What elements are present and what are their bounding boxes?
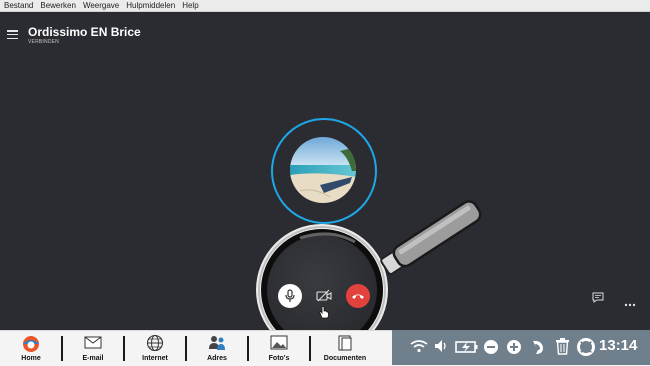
hamburger-menu-icon[interactable]	[7, 30, 18, 40]
battery-charging-icon[interactable]	[455, 340, 479, 354]
menu-bestand[interactable]: Bestand	[0, 0, 36, 11]
taskbar-fotos-label: Foto's	[268, 355, 290, 362]
mic-icon	[285, 289, 295, 302]
menu-help[interactable]: Help	[178, 0, 201, 11]
trash-icon[interactable]	[555, 337, 570, 355]
globe-icon	[146, 334, 164, 352]
more-button[interactable]	[624, 294, 636, 312]
contact-name: Ordissimo EN Brice	[28, 25, 141, 39]
taskbar-documenten[interactable]: Documenten	[310, 331, 380, 366]
taskbar-adres-label: Adres	[207, 355, 227, 362]
hand-cursor-icon	[319, 306, 329, 319]
taskbar-internet-label: Internet	[142, 355, 168, 362]
taskbar-home[interactable]: Home	[0, 331, 62, 366]
chat-button[interactable]	[592, 290, 604, 308]
taskbar-documenten-label: Documenten	[323, 355, 367, 362]
taskbar-internet[interactable]: Internet	[124, 331, 186, 366]
video-toggle-button[interactable]	[314, 286, 334, 306]
call-status: VERBINDEN	[28, 39, 59, 45]
chat-icon	[592, 292, 604, 303]
taskbar-home-label: Home	[21, 355, 41, 362]
clock: 13:14	[599, 337, 638, 354]
taskbar-email[interactable]: E-mail	[62, 331, 124, 366]
taskbar-fotos[interactable]: Foto's	[248, 331, 310, 366]
taskbar-email-label: E-mail	[82, 355, 104, 362]
menu-weergave[interactable]: Weergave	[79, 0, 122, 11]
envelope-icon	[84, 336, 102, 349]
help-lifebuoy-icon[interactable]	[577, 338, 595, 356]
wifi-icon[interactable]	[410, 339, 428, 353]
contacts-icon	[209, 336, 225, 350]
taskbar-adres[interactable]: Adres	[186, 331, 248, 366]
zoom-in-icon[interactable]	[506, 339, 522, 355]
back-icon[interactable]	[530, 338, 546, 356]
menu-bar: Bestand Bewerken Weergave Hulpmiddelen H…	[0, 0, 650, 12]
menu-bewerken[interactable]: Bewerken	[36, 0, 79, 11]
more-icon	[624, 303, 636, 307]
photo-icon	[270, 335, 288, 350]
hangup-button[interactable]	[346, 284, 370, 308]
mic-button[interactable]	[278, 284, 302, 308]
video-off-icon	[316, 289, 332, 302]
zoom-out-icon[interactable]	[483, 339, 499, 355]
avatar	[290, 137, 356, 203]
documents-icon	[338, 335, 352, 351]
volume-icon[interactable]	[434, 339, 448, 353]
menu-hulpmiddelen[interactable]: Hulpmiddelen	[122, 0, 178, 11]
hangup-icon	[352, 294, 364, 299]
ordissimo-logo-icon	[23, 336, 39, 352]
